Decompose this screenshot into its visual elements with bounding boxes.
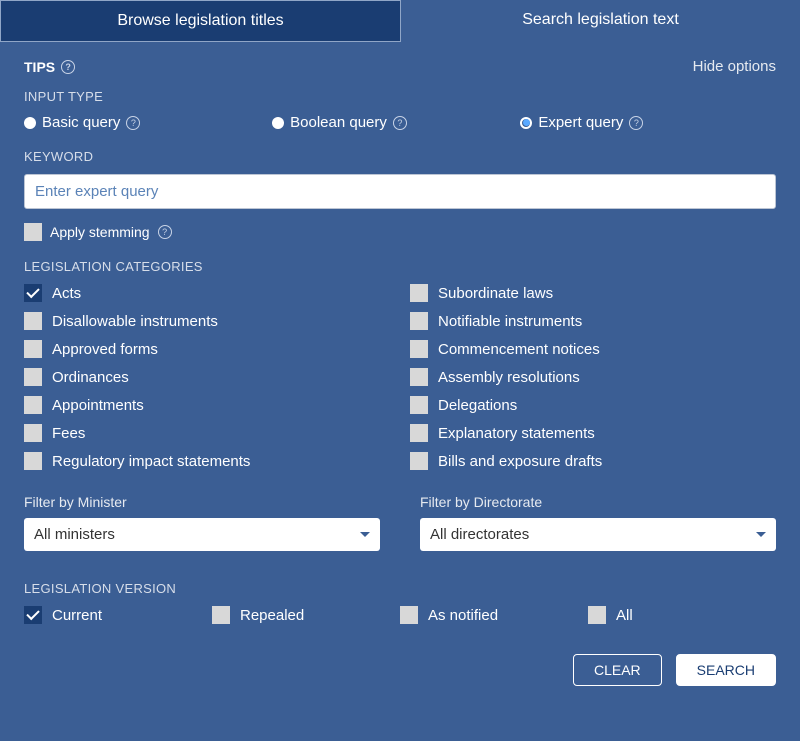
category-label: Appointments xyxy=(52,397,144,414)
checkbox-category[interactable] xyxy=(24,424,42,442)
category-label: Bills and exposure drafts xyxy=(438,453,602,470)
radio-expert-label: Expert query xyxy=(538,114,623,131)
input-type-heading: INPUT TYPE xyxy=(24,89,776,104)
categories-heading: LEGISLATION CATEGORIES xyxy=(24,259,776,274)
help-icon[interactable]: ? xyxy=(126,116,140,130)
search-button[interactable]: SEARCH xyxy=(676,654,776,686)
category-item: Regulatory impact statements xyxy=(24,452,390,470)
category-label: Disallowable instruments xyxy=(52,313,218,330)
checkbox-version[interactable] xyxy=(24,606,42,624)
category-label: Commencement notices xyxy=(438,341,600,358)
keyword-heading: KEYWORD xyxy=(24,149,776,164)
keyword-input[interactable] xyxy=(24,174,776,209)
checkbox-version[interactable] xyxy=(212,606,230,624)
category-label: Approved forms xyxy=(52,341,158,358)
category-label: Explanatory statements xyxy=(438,425,595,442)
checkbox-category[interactable] xyxy=(410,396,428,414)
checkbox-category[interactable] xyxy=(410,452,428,470)
category-item: Commencement notices xyxy=(410,340,776,358)
version-label: Current xyxy=(52,607,102,624)
category-label: Notifiable instruments xyxy=(438,313,582,330)
radio-expert-query[interactable] xyxy=(520,117,532,129)
checkbox-category[interactable] xyxy=(24,312,42,330)
version-item: As notified xyxy=(400,606,588,624)
checkbox-category[interactable] xyxy=(24,340,42,358)
version-label: Repealed xyxy=(240,607,304,624)
radio-basic-query[interactable] xyxy=(24,117,36,129)
category-item: Disallowable instruments xyxy=(24,312,390,330)
checkbox-category[interactable] xyxy=(410,340,428,358)
checkbox-category[interactable] xyxy=(24,452,42,470)
select-directorate[interactable]: All directorates xyxy=(420,518,776,551)
radio-boolean-query[interactable] xyxy=(272,117,284,129)
category-label: Acts xyxy=(52,285,81,302)
select-minister[interactable]: All ministers xyxy=(24,518,380,551)
version-heading: LEGISLATION VERSION xyxy=(24,581,776,596)
help-icon[interactable]: ? xyxy=(629,116,643,130)
checkbox-category[interactable] xyxy=(24,396,42,414)
tab-search[interactable]: Search legislation text xyxy=(401,0,800,42)
category-label: Delegations xyxy=(438,397,517,414)
version-item: Repealed xyxy=(212,606,400,624)
category-label: Fees xyxy=(52,425,85,442)
version-item: All xyxy=(588,606,776,624)
version-item: Current xyxy=(24,606,212,624)
version-label: All xyxy=(616,607,633,624)
checkbox-apply-stemming[interactable] xyxy=(24,223,42,241)
checkbox-version[interactable] xyxy=(588,606,606,624)
version-row: Current Repealed As notified All xyxy=(24,606,776,624)
apply-stemming-label: Apply stemming xyxy=(50,224,150,240)
category-item: Appointments xyxy=(24,396,390,414)
tab-browse[interactable]: Browse legislation titles xyxy=(0,0,401,42)
checkbox-category[interactable] xyxy=(410,368,428,386)
category-label: Assembly resolutions xyxy=(438,369,580,386)
clear-button[interactable]: CLEAR xyxy=(573,654,662,686)
help-icon[interactable]: ? xyxy=(393,116,407,130)
category-item: Notifiable instruments xyxy=(410,312,776,330)
filter-directorate-label: Filter by Directorate xyxy=(420,494,776,510)
category-label: Subordinate laws xyxy=(438,285,553,302)
filter-minister-label: Filter by Minister xyxy=(24,494,380,510)
help-icon[interactable]: ? xyxy=(61,60,75,74)
radio-basic-label: Basic query xyxy=(42,114,120,131)
category-item: Fees xyxy=(24,424,390,442)
category-item: Bills and exposure drafts xyxy=(410,452,776,470)
tabs: Browse legislation titles Search legisla… xyxy=(0,0,800,42)
help-icon[interactable]: ? xyxy=(158,225,172,239)
checkbox-category[interactable] xyxy=(410,312,428,330)
chevron-down-icon xyxy=(756,532,766,537)
category-item: Subordinate laws xyxy=(410,284,776,302)
category-label: Ordinances xyxy=(52,369,129,386)
category-item: Approved forms xyxy=(24,340,390,358)
checkbox-version[interactable] xyxy=(400,606,418,624)
categories-grid: Acts Subordinate laws Disallowable instrum… xyxy=(24,284,776,470)
checkbox-category[interactable] xyxy=(410,284,428,302)
search-panel: TIPS ? Hide options INPUT TYPE Basic que… xyxy=(0,42,800,702)
category-item: Ordinances xyxy=(24,368,390,386)
version-label: As notified xyxy=(428,607,498,624)
category-item: Delegations xyxy=(410,396,776,414)
checkbox-category[interactable] xyxy=(24,284,42,302)
radio-boolean-label: Boolean query xyxy=(290,114,387,131)
category-label: Regulatory impact statements xyxy=(52,453,250,470)
category-item: Assembly resolutions xyxy=(410,368,776,386)
category-item: Explanatory statements xyxy=(410,424,776,442)
tips-label: TIPS ? xyxy=(24,59,75,75)
category-item: Acts xyxy=(24,284,390,302)
checkbox-category[interactable] xyxy=(24,368,42,386)
hide-options-link[interactable]: Hide options xyxy=(693,58,776,75)
checkbox-category[interactable] xyxy=(410,424,428,442)
chevron-down-icon xyxy=(360,532,370,537)
